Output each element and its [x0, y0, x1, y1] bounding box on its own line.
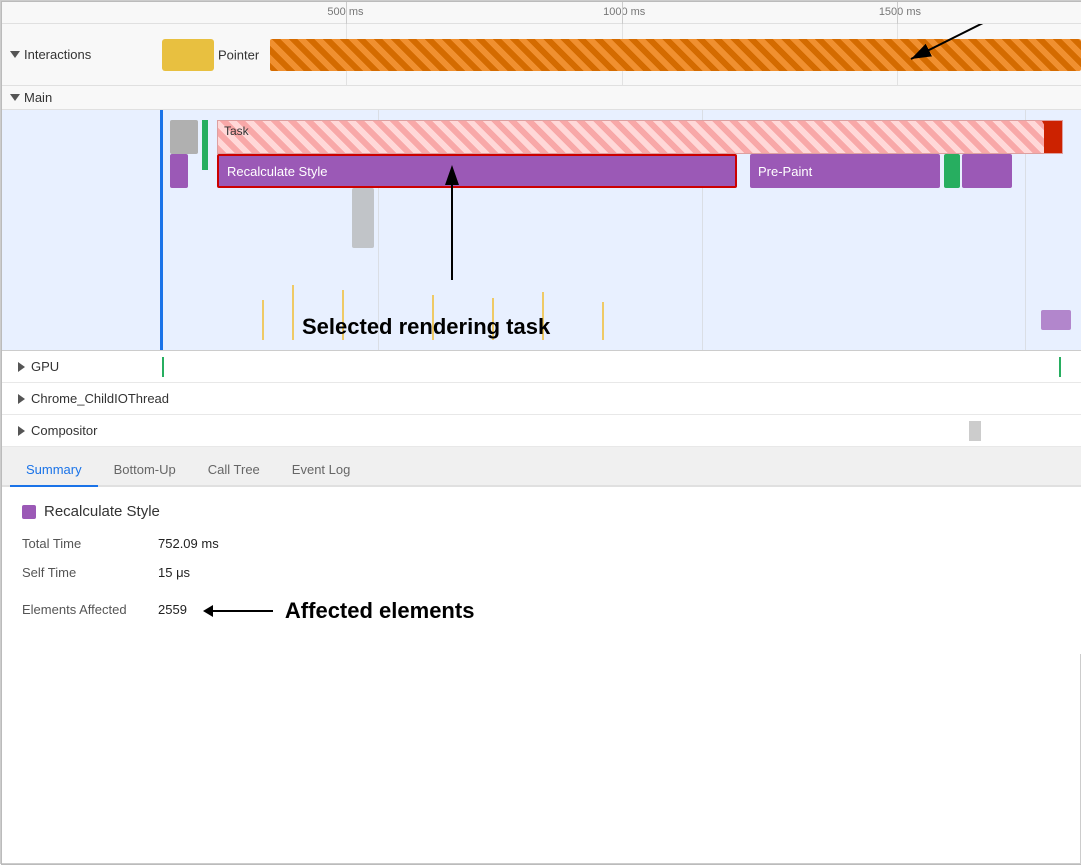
tab-event-log[interactable]: Event Log [276, 454, 367, 487]
elements-row: Elements Affected 2559 Affected elements [22, 594, 1061, 624]
gpu-label: GPU [2, 359, 162, 374]
child-io-label-text: Chrome_ChildIOThread [31, 391, 169, 406]
main-label-text: Main [24, 90, 52, 105]
child-io-row: Chrome_ChildIOThread [2, 383, 1081, 415]
compositor-content [162, 415, 1081, 446]
gpu-row: GPU [2, 351, 1081, 383]
affected-annotation-text: Affected elements [285, 598, 475, 624]
compositor-label-text: Compositor [31, 423, 97, 438]
purple-small-right [962, 154, 1012, 188]
main-header: Main [2, 86, 1081, 110]
compositor-label: Compositor [2, 423, 162, 438]
main-label: Main [2, 90, 162, 105]
gray-block-middle [352, 188, 374, 248]
main-collapse-icon[interactable] [10, 94, 20, 101]
pointer-yellow-block [162, 39, 214, 71]
interactions-label: Interactions [2, 47, 162, 62]
child-io-expand-icon[interactable] [18, 394, 25, 404]
self-time-label: Self Time [22, 565, 142, 580]
prepaint-label: Pre-Paint [758, 164, 812, 179]
self-time-row: Self Time 15 μs [22, 565, 1061, 580]
main-left-border [160, 110, 163, 350]
self-time-value: 15 μs [158, 565, 190, 580]
summary-panel: Recalculate Style Total Time 752.09 ms S… [2, 487, 1081, 654]
task-bar[interactable]: Task [217, 120, 1063, 154]
arrow-line [213, 610, 273, 612]
green-thin-bar [202, 120, 208, 170]
ruler-1000ms: 1000 ms [603, 6, 645, 18]
purple-small-left [170, 154, 188, 188]
elements-value: 2559 [158, 602, 187, 617]
gpu-green-left [162, 357, 164, 377]
interactions-collapse-icon[interactable] [10, 51, 20, 58]
tabs-bar: Summary Bottom-Up Call Tree Event Log [2, 447, 1081, 487]
tab-call-tree[interactable]: Call Tree [192, 454, 276, 487]
arrow-head-left-icon [203, 605, 213, 617]
summary-title-text: Recalculate Style [44, 503, 160, 520]
total-time-value: 752.09 ms [158, 536, 219, 551]
total-time-label: Total Time [22, 536, 142, 551]
interactions-row: Interactions Pointer [2, 24, 1081, 86]
task-label: Task [224, 124, 249, 138]
affected-annotation: Affected elements [203, 598, 475, 624]
interaction-arrow-svg [861, 24, 1061, 86]
tab-bottom-up[interactable]: Bottom-Up [98, 454, 192, 487]
pointer-label: Pointer [218, 47, 259, 62]
interactions-content: Pointer Interaction [162, 24, 1081, 85]
recalculate-style-label: Recalculate Style [227, 164, 327, 179]
elements-label: Elements Affected [22, 602, 142, 617]
main-section: Main Task R [2, 86, 1081, 351]
timeline-ruler-row: 500 ms 1000 ms 1500 ms [2, 2, 1081, 24]
spike-5 [602, 302, 604, 340]
prepaint-bar[interactable]: Pre-Paint [750, 154, 940, 188]
child-io-label: Chrome_ChildIOThread [2, 391, 169, 406]
compositor-expand-icon[interactable] [18, 426, 25, 436]
summary-color-icon [22, 505, 36, 519]
total-time-row: Total Time 752.09 ms [22, 536, 1061, 551]
ruler-area: 500 ms 1000 ms 1500 ms [162, 2, 1081, 24]
gpu-green-right [1059, 357, 1061, 377]
gpu-expand-icon[interactable] [18, 362, 25, 372]
gray-block-left [170, 120, 198, 154]
task-red-block [1044, 121, 1062, 154]
spike-6 [262, 300, 264, 340]
ruler-1500ms: 1500 ms [879, 6, 921, 18]
summary-title: Recalculate Style [22, 503, 1061, 520]
purple-bottom-right [1041, 310, 1071, 330]
rendering-annotation: Selected rendering task [302, 314, 550, 340]
interactions-label-text: Interactions [24, 47, 91, 62]
gpu-content [162, 351, 1081, 382]
child-io-content [169, 383, 1081, 414]
green-bar-right [944, 154, 960, 188]
main-container: 500 ms 1000 ms 1500 ms Interactions Poin… [1, 1, 1081, 865]
tab-summary[interactable]: Summary [10, 454, 98, 487]
rendering-arrow-svg [422, 170, 482, 290]
compositor-gray-block [969, 421, 981, 441]
gpu-label-text: GPU [31, 359, 59, 374]
affected-arrow [203, 605, 273, 617]
compositor-row: Compositor [2, 415, 1081, 447]
spike-7 [292, 285, 294, 340]
